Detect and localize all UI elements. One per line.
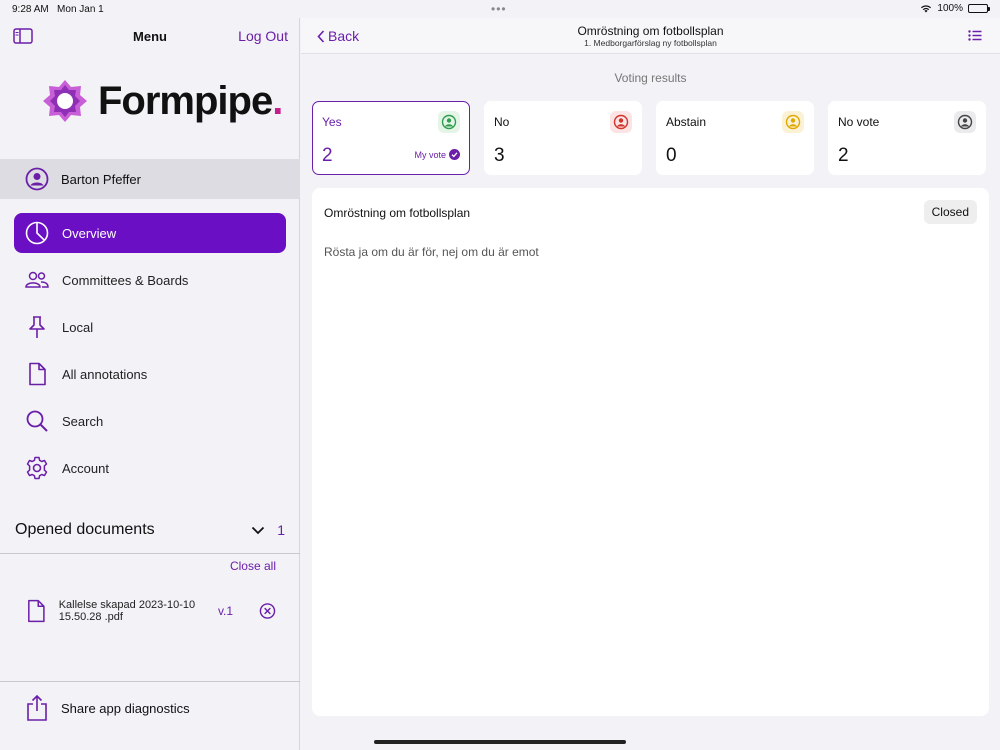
vote-count: 2 xyxy=(838,145,849,166)
share-label: Share app diagnostics xyxy=(61,700,190,716)
vote-abstain-icon xyxy=(782,111,804,133)
battery-percent: 100% xyxy=(937,3,963,14)
formpipe-logo: Formpipe. xyxy=(42,78,283,124)
search-icon xyxy=(26,410,48,432)
check-circle-icon xyxy=(449,149,460,160)
vote-yes-icon xyxy=(438,111,460,133)
divider xyxy=(0,681,300,682)
people-icon xyxy=(25,271,49,288)
user-profile-row[interactable]: Barton Pfeffer xyxy=(0,159,300,199)
multitasking-dots[interactable]: ••• xyxy=(491,2,507,16)
close-circle-icon[interactable] xyxy=(259,602,276,620)
status-badge: Closed xyxy=(923,200,977,224)
pie-chart-icon xyxy=(25,221,49,245)
nav-label: Account xyxy=(62,460,109,476)
vote-title: Omröstning om fotbollsplan xyxy=(324,206,471,220)
status-time: 9:28 AM Mon Jan 1 xyxy=(12,4,104,15)
vote-no-icon xyxy=(610,111,632,133)
share-icon xyxy=(27,694,47,721)
opened-documents-label: Opened documents xyxy=(15,521,155,538)
vote-label: Yes xyxy=(322,115,342,129)
pin-icon xyxy=(29,316,45,338)
vote-label: No vote xyxy=(838,115,880,129)
vote-count: 3 xyxy=(494,145,505,166)
nav-item-local[interactable]: Local xyxy=(14,307,286,347)
document-name: Kallelse skapad 2023-10-10 15.50.28 .pdf xyxy=(58,599,196,623)
nav-label: Search xyxy=(62,413,104,429)
logo-text: Formpipe. xyxy=(98,78,283,123)
nav-item-all-annotations[interactable]: All annotations xyxy=(14,354,286,394)
page-title: Omröstning om fotbollsplan xyxy=(577,24,724,38)
user-name: Barton Pfeffer xyxy=(61,171,141,187)
vote-card-no-vote[interactable]: No vote 2 xyxy=(828,101,986,175)
vote-card-yes[interactable]: Yes 2 My vote xyxy=(312,101,470,175)
page-subtitle: 1. Medborgarförslag ny fotbollsplan xyxy=(584,38,717,48)
document-icon xyxy=(29,362,46,386)
opened-documents-count: 1 xyxy=(277,522,285,538)
divider xyxy=(0,553,300,554)
nav-label: Committees & Boards xyxy=(62,272,189,288)
navigation-bar: Back Omröstning om fotbollsplan 1. Medbo… xyxy=(301,18,1000,54)
nav-label: Overview xyxy=(62,225,117,241)
vote-description: Rösta ja om du är för, nej om du är emot xyxy=(324,245,539,259)
vote-card-abstain[interactable]: Abstain 0 xyxy=(656,101,814,175)
gear-icon xyxy=(26,456,48,480)
logout-button[interactable]: Log Out xyxy=(238,28,288,44)
main-content: Back Omröstning om fotbollsplan 1. Medbo… xyxy=(301,18,1000,750)
vote-label: No xyxy=(494,115,510,129)
nav-item-committees-boards[interactable]: Committees & Boards xyxy=(14,260,286,300)
nav-label: All annotations xyxy=(62,366,148,382)
list-icon[interactable] xyxy=(968,30,982,41)
sidebar: Menu Log Out Formpipe. Barton Pfeffer Ov… xyxy=(0,18,300,750)
home-indicator[interactable] xyxy=(374,740,626,744)
sidebar-nav: Overview Committees & Boards Local All a… xyxy=(14,213,286,495)
formpipe-logo-icon xyxy=(43,80,87,122)
share-diagnostics-button[interactable]: Share app diagnostics xyxy=(25,694,190,722)
sidebar-header: Menu Log Out xyxy=(0,18,300,54)
status-right: 100% xyxy=(920,3,990,14)
vote-count: 2 xyxy=(322,145,333,166)
vote-detail-panel: Omröstning om fotbollsplan Closed Rösta … xyxy=(312,188,989,716)
nav-label: Local xyxy=(62,319,94,335)
user-avatar-icon xyxy=(25,167,49,191)
close-all-button[interactable]: Close all xyxy=(230,559,276,573)
wifi-icon xyxy=(921,5,932,13)
nav-item-account[interactable]: Account xyxy=(14,448,286,488)
battery-icon xyxy=(968,4,990,13)
status-bar: 9:28 AM Mon Jan 1 ••• 100% xyxy=(0,0,1000,18)
vote-count: 0 xyxy=(666,145,677,166)
my-vote-indicator: My vote xyxy=(414,149,460,160)
document-icon xyxy=(28,599,45,623)
opened-documents-toggle[interactable]: 1 xyxy=(251,522,285,538)
vote-no-vote-icon xyxy=(954,111,976,133)
voting-results-title: Voting results xyxy=(614,71,687,85)
nav-item-overview[interactable]: Overview xyxy=(14,213,286,253)
nav-item-search[interactable]: Search xyxy=(14,401,286,441)
vote-card-no[interactable]: No 3 xyxy=(484,101,642,175)
document-version: v.1 xyxy=(217,604,234,618)
chevron-down-icon xyxy=(252,526,265,534)
vote-label: Abstain xyxy=(666,115,707,129)
vote-result-cards: Yes 2 My vote No 3 Abstain 0 No vote 2 xyxy=(312,101,989,175)
opened-document-item[interactable]: Kallelse skapad 2023-10-10 15.50.28 .pdf… xyxy=(26,596,276,626)
opened-documents-header[interactable]: Opened documents 1 xyxy=(15,518,285,542)
